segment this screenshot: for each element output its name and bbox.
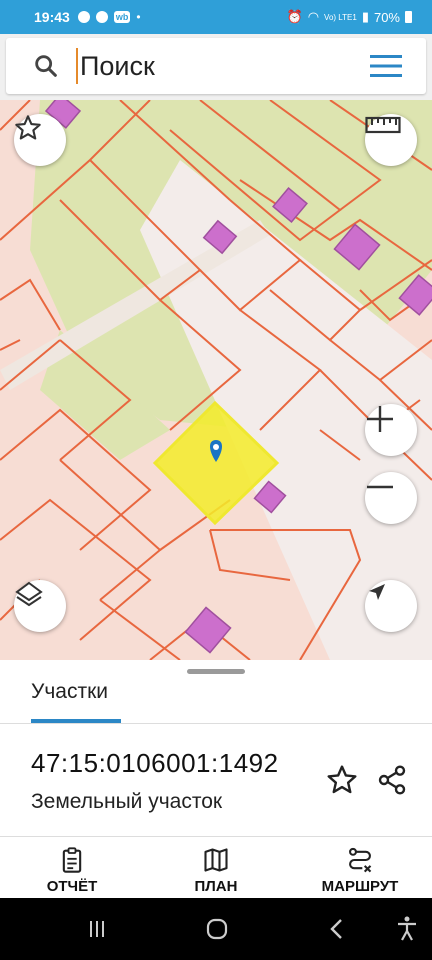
- back-icon[interactable]: [322, 914, 352, 944]
- tab-parcels[interactable]: Участки: [31, 680, 108, 704]
- plan-label: ПЛАН: [194, 878, 238, 895]
- report-button[interactable]: ОТЧЁТ: [0, 840, 144, 898]
- my-location-button[interactable]: [365, 580, 417, 632]
- network-label: Vo) LTE1: [324, 12, 357, 22]
- parcel-cadastral-number: 47:15:0106001:1492: [31, 748, 279, 778]
- app-notification-icon: [77, 11, 90, 23]
- accessibility-icon[interactable]: [392, 914, 422, 944]
- route-button[interactable]: МАРШРУТ: [288, 840, 432, 898]
- alarm-icon: ⏰: [286, 9, 303, 24]
- cadastral-map[interactable]: [0, 100, 432, 660]
- map-canvas[interactable]: [0, 100, 432, 660]
- action-bar: ОТЧЁТ ПЛАН МАРШРУТ: [0, 840, 432, 898]
- recent-apps-icon[interactable]: [82, 914, 112, 944]
- signal-icon: ▮: [361, 9, 369, 24]
- parcel-type: Земельный участок: [31, 790, 223, 813]
- plan-button[interactable]: ПЛАН: [144, 840, 288, 898]
- divider: [0, 723, 432, 724]
- layers-icon: [15, 581, 43, 607]
- home-icon[interactable]: [202, 914, 232, 944]
- system-status: ⏰ ◠ Vo) LTE1 ▮ 70%: [287, 9, 412, 25]
- notification-icons: wb •: [77, 10, 141, 24]
- map-plan-icon: [204, 848, 228, 872]
- wb-notification-icon: wb: [113, 11, 131, 23]
- status-bar: 19:43 wb • ⏰ ◠ Vo) LTE1 ▮ 70%: [0, 0, 432, 34]
- menu-icon[interactable]: [370, 54, 402, 78]
- plus-icon: [367, 406, 393, 432]
- divider: [0, 836, 432, 837]
- sheet-drag-handle[interactable]: [187, 669, 245, 674]
- route-label: МАРШРУТ: [321, 878, 399, 895]
- report-clipboard-icon: [62, 847, 82, 873]
- battery-percent: 70%: [373, 9, 400, 25]
- star-outline-icon: [15, 115, 41, 140]
- system-navigation-bar: [0, 898, 432, 960]
- search-icon[interactable]: [32, 52, 60, 80]
- ruler-icon: [365, 116, 401, 134]
- navigation-arrow-icon: [369, 584, 385, 600]
- minus-icon: [367, 485, 393, 489]
- search-input[interactable]: [76, 48, 370, 84]
- add-favorite-star-icon[interactable]: [326, 764, 358, 796]
- ruler-button[interactable]: [365, 114, 417, 166]
- battery-icon: [405, 11, 412, 23]
- status-time: 19:43: [34, 9, 70, 25]
- layers-button[interactable]: [14, 580, 66, 632]
- wifi-icon: ◠: [307, 9, 320, 24]
- zoom-in-button[interactable]: [365, 404, 417, 456]
- search-box: [6, 38, 426, 94]
- location-notification-icon: [95, 11, 108, 23]
- parcel-info-sheet: Участки 47:15:0106001:1492 Земельный уча…: [0, 660, 432, 898]
- report-label: ОТЧЁТ: [46, 878, 98, 895]
- zoom-out-button[interactable]: [365, 472, 417, 524]
- favorites-map-button[interactable]: [14, 114, 66, 166]
- share-icon[interactable]: [376, 764, 408, 796]
- route-icon: [349, 847, 372, 873]
- more-notifications-dot-icon: •: [136, 10, 141, 24]
- search-bar: [0, 34, 432, 100]
